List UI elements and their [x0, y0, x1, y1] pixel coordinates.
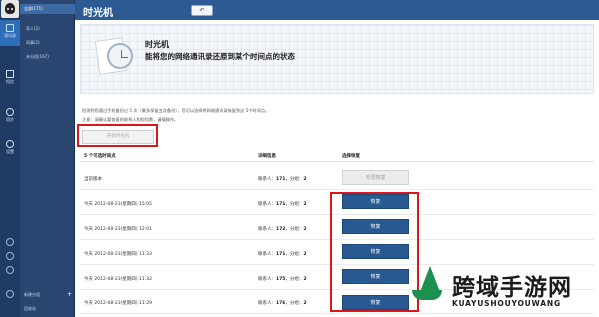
message-icon — [6, 70, 14, 78]
table-header: 5 个可选时间点 详细信息 选择恢复 — [80, 150, 594, 162]
rail-item-label: 同步 — [6, 117, 14, 122]
rail-item-contacts[interactable]: 通讯录 — [0, 20, 20, 46]
rail-item-label: 通讯录 — [4, 33, 16, 38]
backup-note: 检测到您通过手机备份过 5 次（最多保留五次备份），您可以选择将网络通讯录恢复到… — [82, 108, 270, 113]
time-machine-banner: 时光机 能将您的网络通讯录还原到某个时间点的状态 — [80, 24, 594, 94]
column-header: 5 个可选时间点 — [84, 154, 116, 159]
bomb-icon[interactable] — [6, 238, 14, 246]
highlight-box — [77, 124, 158, 147]
tools-icon[interactable] — [6, 266, 14, 274]
watermark-logo — [412, 266, 450, 306]
row-details: 联系人：171，分组：2 — [258, 177, 307, 182]
row-time: 今天 2012-08-23(星期四) 15:05 — [84, 202, 152, 207]
group-panel: 全部(171) 家人(2) 同事(2) 未分组(167) 新建分组 + 回收站 — [20, 0, 75, 317]
new-group-button[interactable]: 新建分组 + — [24, 291, 72, 298]
rail-item-settings[interactable]: 设置 — [0, 136, 20, 162]
icon-rail: 通讯录 短信 同步 设置 — [0, 0, 20, 317]
warning-note: 注意：请确认要恢复的联系人和短信数，谨慎操作。 — [82, 117, 179, 122]
rail-item-label: 设置 — [6, 149, 14, 154]
row-details: 联系人：175，分组：2 — [258, 277, 307, 282]
banner-subtitle: 能将您的网络通讯录还原到某个时间点的状态 — [145, 52, 295, 61]
highlight-box — [330, 192, 419, 312]
watermark: 跨域手游网 KUAYUSHOUYOUWANG — [412, 264, 595, 312]
avatar[interactable] — [1, 0, 19, 18]
search-icon[interactable] — [6, 252, 14, 260]
group-all[interactable]: 全部(171) — [20, 4, 75, 14]
rail-item-label: 短信 — [6, 79, 14, 84]
no-restore-button: 无须恢复 — [342, 170, 409, 185]
column-header: 详细信息 — [258, 154, 276, 159]
group-item[interactable]: 家人(2) — [26, 26, 40, 32]
sync-icon — [6, 108, 14, 116]
new-group-label: 新建分组 — [24, 292, 40, 297]
watermark-text: 跨域手游网 — [452, 274, 572, 301]
table-row: 当前版本 联系人：171，分组：2 无须恢复 — [80, 166, 594, 190]
row-details: 联系人：172，分组：2 — [258, 227, 307, 232]
contacts-icon — [6, 24, 14, 32]
column-header: 选择恢复 — [342, 154, 360, 159]
row-time: 当前版本 — [84, 177, 102, 182]
banner-title: 时光机 — [145, 40, 169, 49]
recycle-bin-label: 回收站 — [24, 306, 36, 311]
rail-item-sync[interactable]: 同步 — [0, 104, 20, 130]
rail-item-sms[interactable]: 短信 — [0, 66, 20, 92]
group-item[interactable]: 未分组(167) — [26, 54, 49, 60]
help-icon[interactable] — [6, 290, 14, 298]
recycle-bin-button[interactable]: 回收站 — [24, 306, 72, 312]
row-details: 联系人：171，分组：2 — [258, 202, 307, 207]
row-time: 今天 2012-08-23(星期四) 11:33 — [84, 252, 152, 257]
row-details: 联系人：176，分组：2 — [258, 301, 307, 306]
row-details: 联系人：171，分组：2 — [258, 252, 307, 257]
back-button[interactable]: ↶ — [191, 5, 213, 16]
plus-icon: + — [66, 291, 72, 298]
row-time: 今天 2012-08-23(星期四) 11:32 — [84, 277, 152, 282]
row-time: 今天 2012-08-23(星期四) 12:01 — [84, 227, 152, 232]
row-time: 今天 2012-08-23(星期四) 11:29 — [84, 301, 152, 306]
header-bar: 时光机 ↶ — [75, 0, 599, 20]
group-item[interactable]: 同事(2) — [26, 40, 40, 46]
watermark-subtext: KUAYUSHOUYOUWANG — [452, 299, 561, 308]
page-title: 时光机 — [83, 8, 113, 19]
undo-icon: ↶ — [199, 7, 205, 14]
clock-icon — [94, 35, 133, 75]
gear-icon — [6, 140, 14, 148]
